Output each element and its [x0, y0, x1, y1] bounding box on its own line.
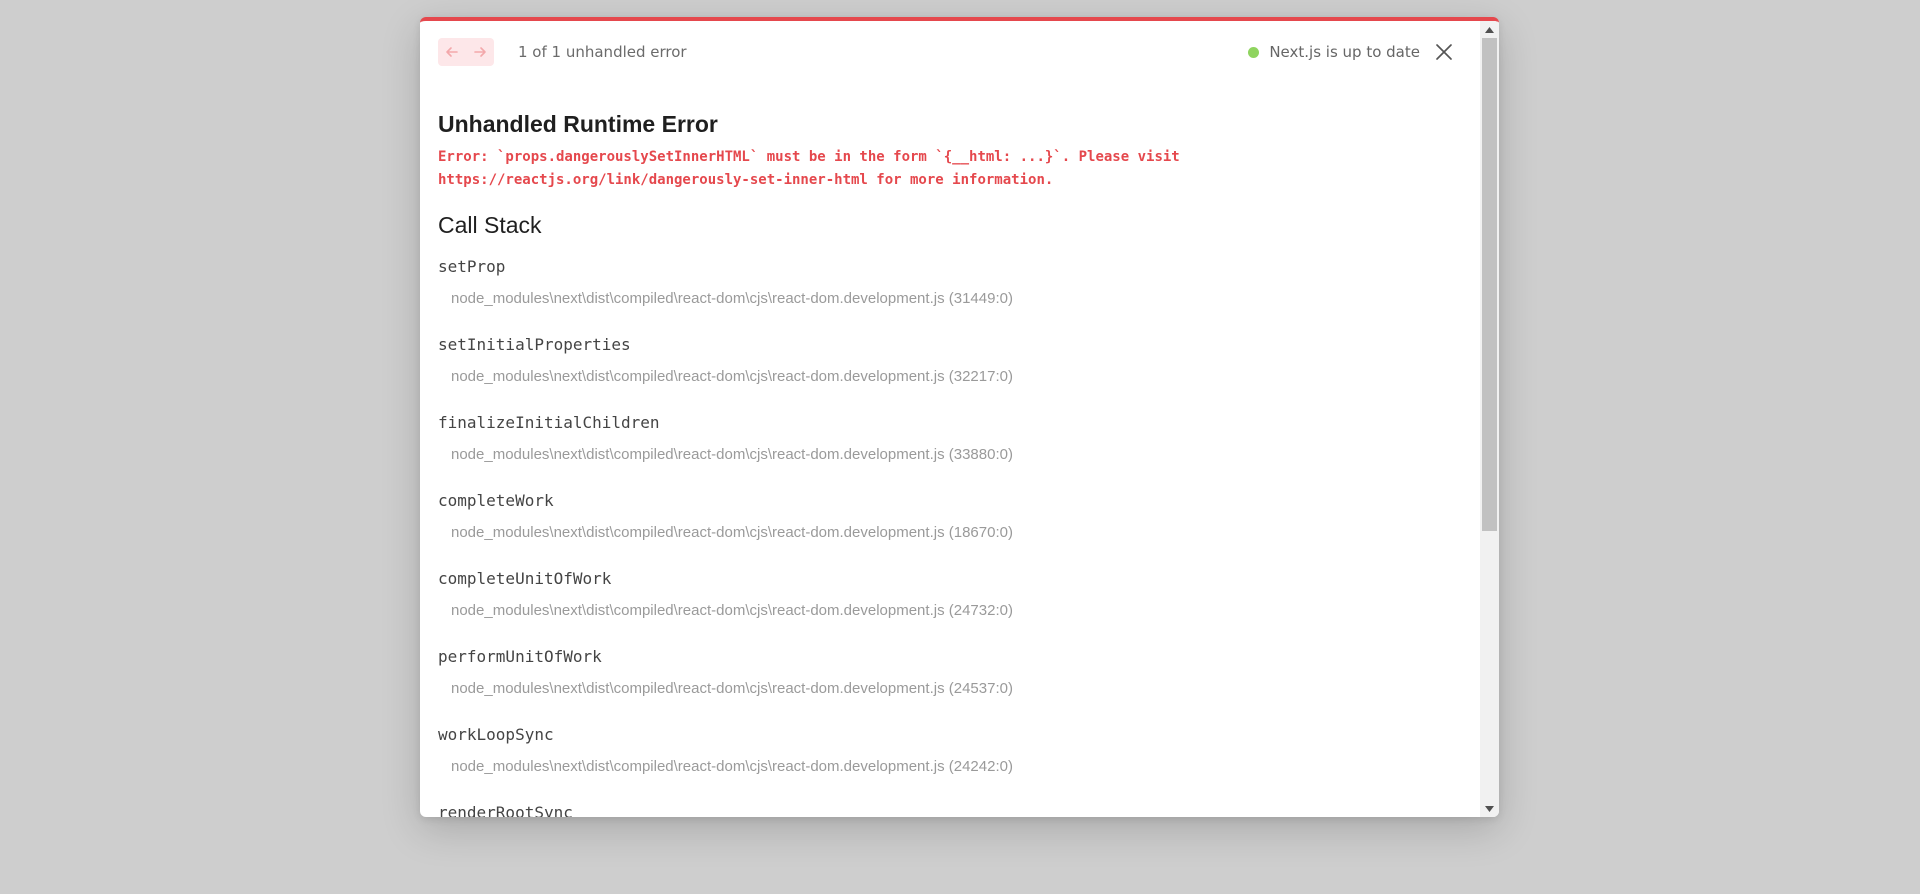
next-error-button[interactable] — [467, 39, 493, 65]
frame-function-name: setProp — [438, 257, 506, 276]
version-status-text: Next.js is up to date — [1269, 43, 1420, 61]
status-dot-icon — [1248, 46, 1260, 58]
frame-file-location[interactable]: node_modules\next\dist\compiled\react-do… — [451, 368, 1462, 385]
frame-function-name: renderRootSync — [438, 803, 573, 817]
arrow-left-icon — [446, 47, 458, 57]
error-message[interactable]: Error: `props.dangerouslySetInnerHTML` m… — [438, 146, 1338, 192]
scroll-up-button[interactable] — [1480, 21, 1499, 38]
call-stack-list: setProp node_modules\next\dist\compiled\… — [438, 245, 1462, 817]
close-icon — [1436, 44, 1452, 60]
call-stack-frame: performUnitOfWork node_modules\next\dist… — [438, 635, 1462, 713]
page-backdrop: 1 of 1 unhandled error Next.js is up to … — [0, 0, 1920, 894]
frame-function-name: completeWork — [438, 491, 554, 510]
frame-function-name: setInitialProperties — [438, 335, 631, 354]
frame-file-location[interactable]: node_modules\next\dist\compiled\react-do… — [451, 602, 1462, 619]
call-stack-frame: completeWork node_modules\next\dist\comp… — [438, 479, 1462, 557]
error-pagination — [438, 38, 494, 66]
call-stack-frame: setInitialProperties node_modules\next\d… — [438, 323, 1462, 401]
scroll-down-arrow-icon — [1485, 805, 1494, 812]
vertical-scrollbar[interactable] — [1480, 21, 1499, 817]
call-stack-title: Call Stack — [438, 212, 542, 238]
frame-function-name: finalizeInitialChildren — [438, 413, 660, 432]
frame-file-location[interactable]: node_modules\next\dist\compiled\react-do… — [451, 290, 1462, 307]
close-button[interactable] — [1434, 42, 1454, 62]
frame-file-location[interactable]: node_modules\next\dist\compiled\react-do… — [451, 446, 1462, 463]
frame-function-name: workLoopSync — [438, 725, 554, 744]
call-stack-frame: renderRootSync — [438, 791, 1462, 817]
frame-file-location[interactable]: node_modules\next\dist\compiled\react-do… — [451, 680, 1462, 697]
frame-function-name: completeUnitOfWork — [438, 569, 612, 588]
dialog-header: 1 of 1 unhandled error Next.js is up to … — [438, 21, 1462, 83]
error-overlay-dialog: 1 of 1 unhandled error Next.js is up to … — [420, 17, 1499, 817]
error-count-text: 1 of 1 unhandled error — [518, 43, 687, 61]
scroll-up-arrow-icon — [1485, 26, 1494, 33]
version-status: Next.js is up to date — [1248, 21, 1462, 83]
frame-file-location[interactable]: node_modules\next\dist\compiled\react-do… — [451, 524, 1462, 541]
frame-function-name: performUnitOfWork — [438, 647, 602, 666]
call-stack-frame: finalizeInitialChildren node_modules\nex… — [438, 401, 1462, 479]
previous-error-button[interactable] — [439, 39, 465, 65]
error-title: Unhandled Runtime Error — [438, 111, 718, 137]
call-stack-frame: completeUnitOfWork node_modules\next\dis… — [438, 557, 1462, 635]
call-stack-frame: workLoopSync node_modules\next\dist\comp… — [438, 713, 1462, 791]
dialog-content: 1 of 1 unhandled error Next.js is up to … — [420, 21, 1480, 817]
call-stack-frame: setProp node_modules\next\dist\compiled\… — [438, 245, 1462, 323]
scroll-down-button[interactable] — [1480, 800, 1499, 817]
scrollbar-thumb[interactable] — [1482, 38, 1497, 531]
arrow-right-icon — [474, 47, 486, 57]
frame-file-location[interactable]: node_modules\next\dist\compiled\react-do… — [451, 758, 1462, 775]
